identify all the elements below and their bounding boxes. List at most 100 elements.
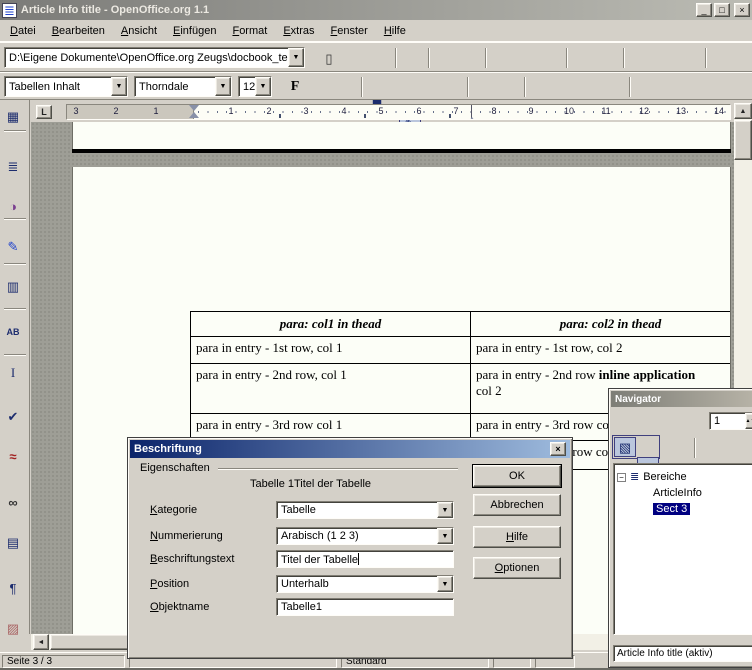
paragraph-style-combobox[interactable]: Tabellen Inhalt ▼ (4, 76, 128, 97)
numbering-dropdown-button[interactable]: ▼ (437, 528, 453, 544)
drag-mode-hyperlink-button[interactable]: ▧ (614, 437, 636, 457)
nonprinting-characters-button[interactable]: ¶ (3, 578, 23, 598)
data-sources-button[interactable]: ▤ (3, 532, 23, 552)
autotext-button[interactable]: AB (3, 322, 23, 342)
find-replace-button[interactable]: ∞ (3, 492, 23, 512)
direct-cursor-icon: I (11, 366, 15, 379)
bold-button[interactable]: F (284, 76, 306, 98)
collapse-expander-icon[interactable]: − (617, 473, 626, 482)
title-bar: ≣ Article Info title - OpenOffice.org 1.… (0, 0, 752, 20)
separator (467, 77, 469, 97)
numbering-combobox[interactable]: Arabisch (1 2 3) ▼ (276, 527, 454, 545)
insert-fields-button[interactable]: ≣ (3, 156, 23, 176)
table-header-cell[interactable]: para: col1 in thead (191, 312, 471, 337)
tree-item-sect3[interactable]: Sect 3 (614, 501, 752, 517)
url-combobox[interactable]: D:\Eigene Dokumente\OpenOffice.org Zeugs… (4, 47, 305, 68)
tree-item-bereiche[interactable]: − ≣ Bereiche (614, 469, 752, 485)
new-document-button[interactable]: ▯ (318, 47, 340, 69)
ruler-ticks (198, 111, 728, 113)
caption-dialog[interactable]: Beschriftung × Eigenschaften Tabelle 1Ti… (127, 437, 573, 659)
navigator-window[interactable]: Navigator ◫ ⊙ ⇞ ⇟ 1 ▲▼ ▧ ▣ ∪ ⊓ ⊔ ⊞ − ≣ B… (608, 388, 752, 668)
font-name-combobox[interactable]: Thorndale ▼ (134, 76, 232, 97)
ok-button[interactable]: OK (473, 465, 561, 487)
table-cell[interactable]: para in entry - 1st row, col 1 (191, 337, 471, 364)
minimize-button[interactable]: _ (696, 3, 712, 17)
insert-table-button[interactable]: ▦ (3, 106, 23, 126)
maximize-button[interactable]: □ (714, 3, 730, 17)
navigator-title-bar[interactable]: Navigator (611, 391, 752, 407)
function-bar: D:\Eigene Dokumente\OpenOffice.org Zeugs… (0, 42, 752, 72)
horizontal-ruler[interactable]: 3 2 1 1 2 3 4 5 6 7 8 9 10 11 12 13 14 (66, 104, 731, 120)
category-dropdown-button[interactable]: ▼ (437, 502, 453, 518)
url-value: D:\Eigene Dokumente\OpenOffice.org Zeugs… (5, 52, 288, 64)
ruler-number: 3 (69, 106, 83, 116)
font-name-value: Thorndale (135, 81, 215, 93)
cancel-button[interactable]: Abbrechen (473, 494, 561, 516)
table-cell[interactable]: para in entry - 2nd row, col 1 (191, 364, 471, 414)
category-value: Tabelle (277, 504, 437, 516)
direct-cursor-button[interactable]: I (3, 362, 23, 382)
menu-fenster[interactable]: Fenster (323, 22, 376, 40)
vertical-scrollbar-thumb[interactable] (734, 120, 752, 160)
menu-ansicht[interactable]: Ansicht (113, 22, 165, 40)
menu-hilfe[interactable]: Hilfe (376, 22, 414, 40)
options-button[interactable]: Optionen (473, 557, 561, 579)
sections-icon: ≣ (630, 472, 639, 483)
tab-stop-mark (364, 114, 366, 118)
font-size-combobox[interactable]: 12 ▼ (238, 76, 272, 97)
numbering-value: Arabisch (1 2 3) (277, 530, 437, 542)
nav-page-spinner[interactable]: 1 ▲▼ (709, 412, 752, 430)
category-label: Kategorie (150, 504, 197, 516)
nav-page-value: 1 (710, 415, 745, 427)
graphics-on-off-button[interactable]: ▨ (3, 618, 23, 638)
separator (524, 77, 526, 97)
horizontal-scrollbar-thumb[interactable] (50, 634, 130, 650)
style-dropdown-button[interactable]: ▼ (111, 77, 127, 96)
tree-item-label-selected: Sect 3 (653, 503, 690, 515)
draw-functions-button[interactable]: ✎ (3, 236, 23, 256)
indent-marker-right[interactable] (467, 112, 477, 120)
table-cell[interactable]: para in entry - 1st row, col 2 (471, 337, 732, 364)
help-label: Hilfe (506, 531, 528, 543)
app-icon: ≣ (2, 3, 17, 18)
separator (623, 48, 625, 68)
spellcheck-button[interactable]: ✔ (3, 406, 23, 426)
size-dropdown-button[interactable]: ▼ (255, 77, 271, 96)
category-combobox[interactable]: Tabelle ▼ (276, 501, 454, 519)
object-name-input[interactable]: Tabelle1 (276, 598, 454, 616)
tree-item-articleinfo[interactable]: ArticleInfo (614, 485, 752, 501)
menu-bearbeiten[interactable]: Bearbeiten (44, 22, 113, 40)
page-break-line (72, 149, 731, 153)
menu-format[interactable]: Format (224, 22, 275, 40)
insert-object-button[interactable]: ◑ (3, 196, 23, 216)
tab-type-button[interactable]: L (36, 105, 52, 119)
close-button[interactable]: × (734, 3, 750, 17)
url-dropdown-button[interactable]: ▼ (288, 48, 304, 67)
form-functions-button[interactable]: ▥ (3, 276, 23, 296)
scroll-up-button[interactable]: ▲ (734, 103, 752, 119)
new-document-icon: ▯ (325, 52, 332, 65)
navigator-tree[interactable]: − ≣ Bereiche ArticleInfo Sect 3 (613, 463, 752, 635)
table-header-cell[interactable]: para: col2 in thead (471, 312, 732, 337)
menu-extras[interactable]: Extras (275, 22, 322, 40)
find-replace-icon: ∞ (8, 496, 17, 509)
menu-datei[interactable]: Datei (2, 22, 44, 40)
caption-preview: Tabelle 1Titel der Tabelle (188, 478, 433, 490)
indent-marker-bottom (189, 107, 199, 118)
caption-text-input[interactable]: Titel der Tabelle (276, 550, 454, 568)
group-label: Eigenschaften (140, 462, 214, 474)
menu-einfuegen[interactable]: Einfügen (165, 22, 224, 40)
font-dropdown-button[interactable]: ▼ (215, 77, 231, 96)
nav-spin-buttons[interactable]: ▲▼ (745, 413, 752, 429)
position-dropdown-button[interactable]: ▼ (437, 576, 453, 592)
separator (705, 48, 707, 68)
scroll-left-button[interactable]: ◄ (33, 634, 49, 650)
form-functions-icon: ▥ (7, 280, 19, 293)
dialog-close-button[interactable]: × (550, 442, 566, 456)
indent-marker-left[interactable] (189, 105, 199, 118)
auto-spellcheck-button[interactable]: ≈ (3, 446, 23, 466)
table-header-row: para: col1 in thead para: col2 in thead (191, 312, 732, 337)
position-combobox[interactable]: Unterhalb ▼ (276, 575, 454, 593)
dialog-title-bar[interactable]: Beschriftung × (130, 440, 570, 458)
help-button[interactable]: Hilfe (473, 526, 561, 548)
